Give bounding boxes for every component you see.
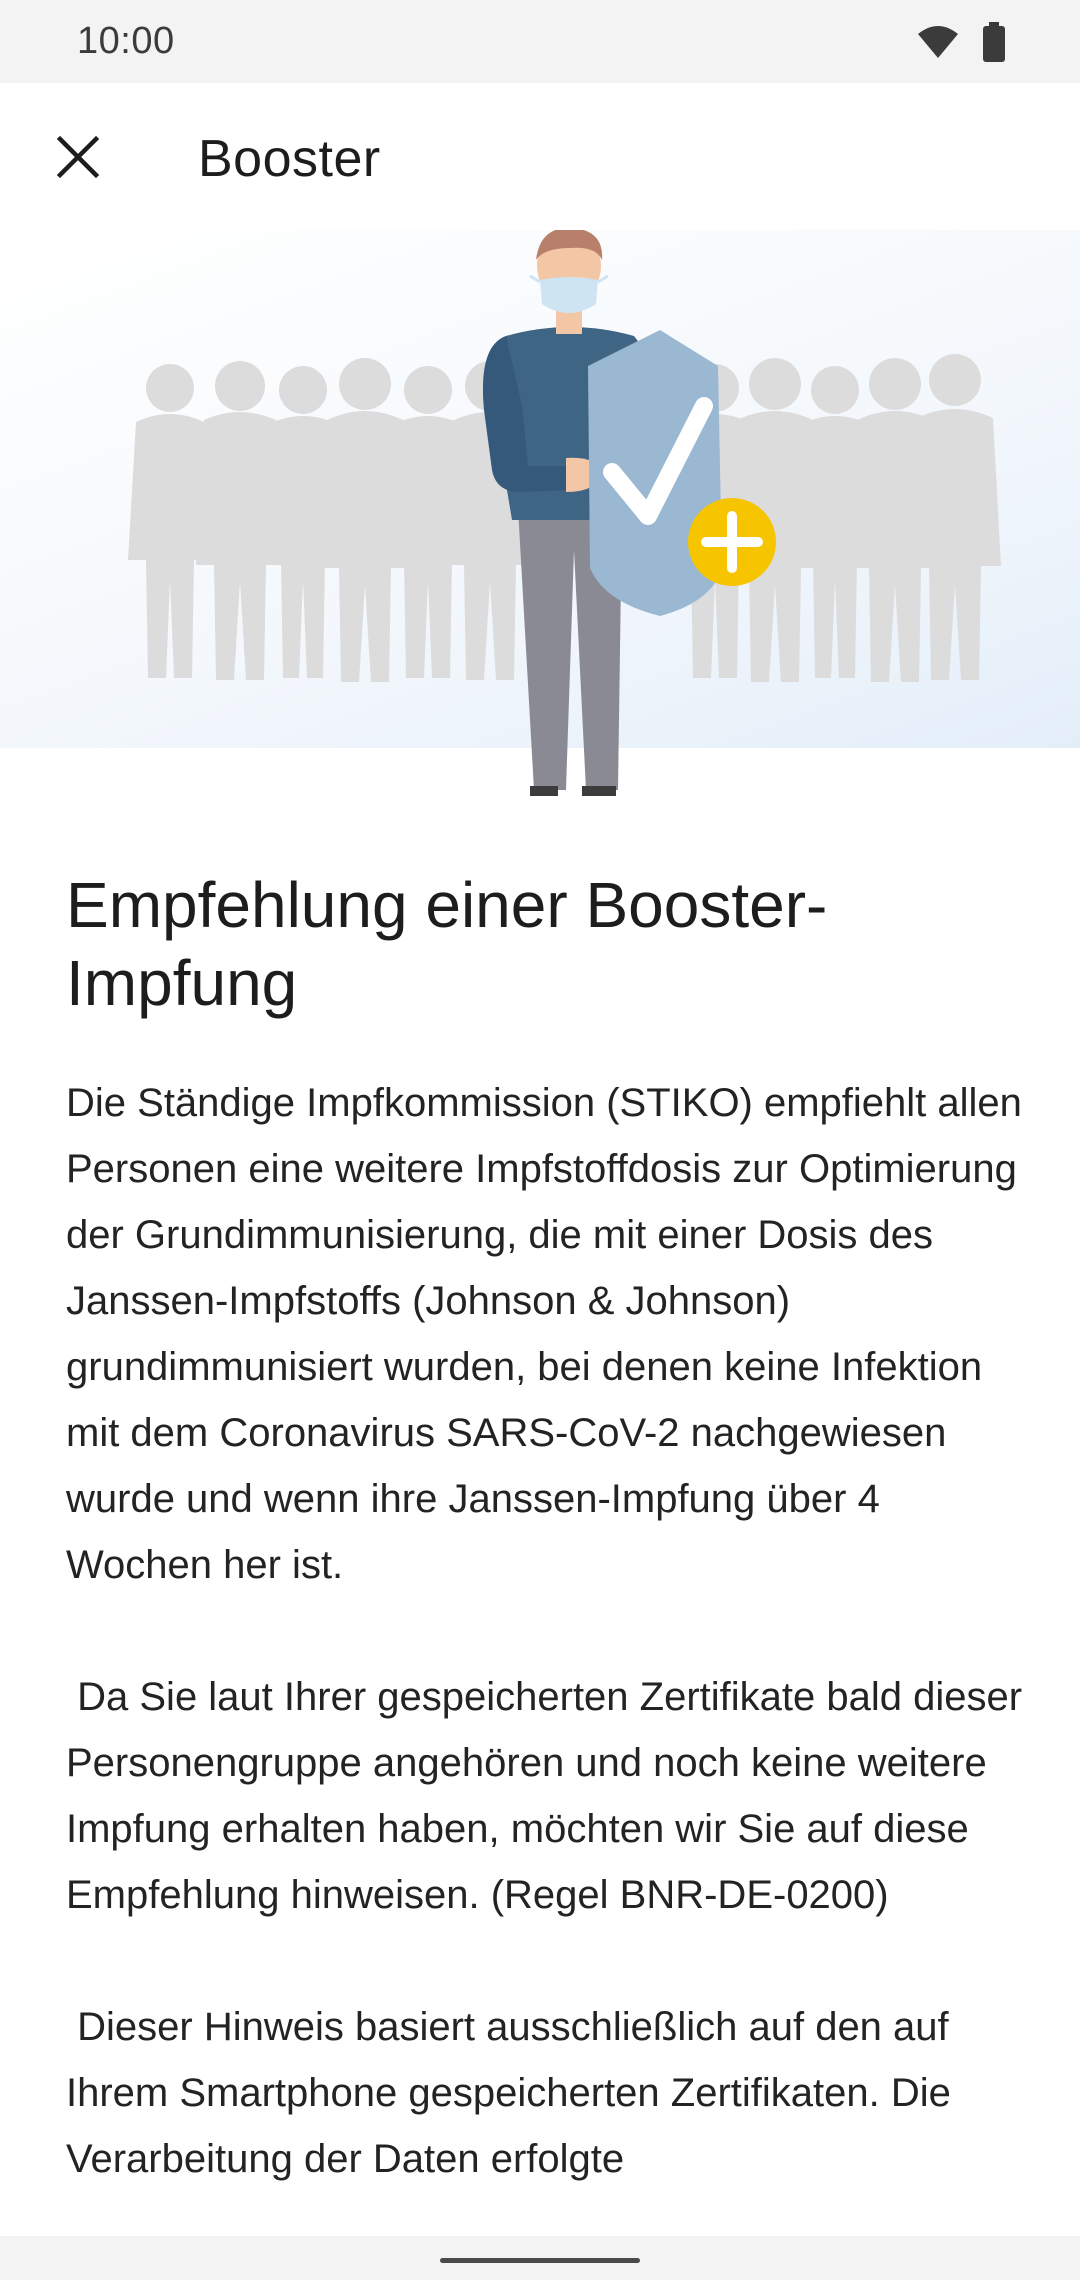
heading: Empfehlung einer Booster-Impfung [66,869,828,1019]
booster-illustration [128,230,1001,796]
status-icons [916,22,1006,67]
close-button[interactable] [40,121,116,197]
app-bar: Booster [0,83,1080,238]
content: Empfehlung einer Booster-Impfung Die Stä… [66,866,1026,2192]
body-text: Die Ständige Impfkommission (STIKO) empf… [66,1081,1023,2181]
page-title: Booster [198,130,381,188]
plus-badge-icon [688,498,776,586]
gesture-handle[interactable] [440,2258,640,2263]
status-bar: 10:00 [0,0,1080,83]
battery-icon [982,22,1006,67]
wifi-icon [916,24,960,65]
close-icon [56,135,100,184]
hero-section [0,230,1080,800]
navigation-bar [0,2236,1080,2280]
status-time: 10:00 [77,20,175,62]
